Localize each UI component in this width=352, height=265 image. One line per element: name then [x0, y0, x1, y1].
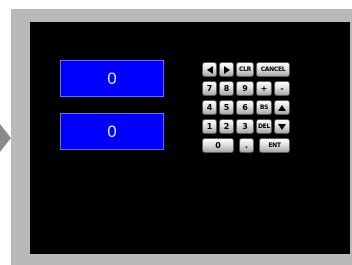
numeric-display-1[interactable]: 0: [60, 60, 164, 97]
key-3[interactable]: 3: [236, 119, 254, 134]
key-0[interactable]: 0: [202, 138, 234, 153]
backspace-key[interactable]: BS: [256, 100, 272, 115]
hmi-screen: 0 0 CLR CANCEL 7 8 9 + - 4 5 6 BS 1 2 3 …: [30, 22, 350, 254]
key-6[interactable]: 6: [236, 100, 254, 115]
key-1[interactable]: 1: [202, 119, 217, 134]
key-7[interactable]: 7: [202, 81, 217, 96]
key-5[interactable]: 5: [219, 100, 234, 115]
key-2[interactable]: 2: [219, 119, 234, 134]
down-arrow-key[interactable]: [274, 119, 290, 134]
clear-key[interactable]: CLR: [236, 62, 254, 77]
side-arrow-icon: [0, 124, 11, 152]
numeric-display-2[interactable]: 0: [60, 113, 164, 150]
plus-key[interactable]: +: [256, 81, 272, 96]
right-arrow-icon: [223, 65, 230, 74]
cancel-key[interactable]: CANCEL: [256, 62, 290, 77]
minus-key[interactable]: -: [274, 81, 290, 96]
decimal-point-key[interactable]: .: [239, 138, 254, 153]
key-8[interactable]: 8: [219, 81, 234, 96]
key-4[interactable]: 4: [202, 100, 217, 115]
down-arrow-icon: [278, 123, 286, 130]
left-arrow-key[interactable]: [202, 62, 217, 77]
key-9[interactable]: 9: [236, 81, 254, 96]
left-arrow-icon: [206, 65, 213, 74]
up-arrow-icon: [278, 104, 286, 111]
delete-key[interactable]: DEL: [256, 119, 272, 134]
enter-key[interactable]: ENT: [259, 138, 290, 153]
right-arrow-key[interactable]: [219, 62, 234, 77]
numeric-keypad: CLR CANCEL 7 8 9 + - 4 5 6 BS 1 2 3 DEL …: [202, 62, 298, 154]
up-arrow-key[interactable]: [274, 100, 290, 115]
